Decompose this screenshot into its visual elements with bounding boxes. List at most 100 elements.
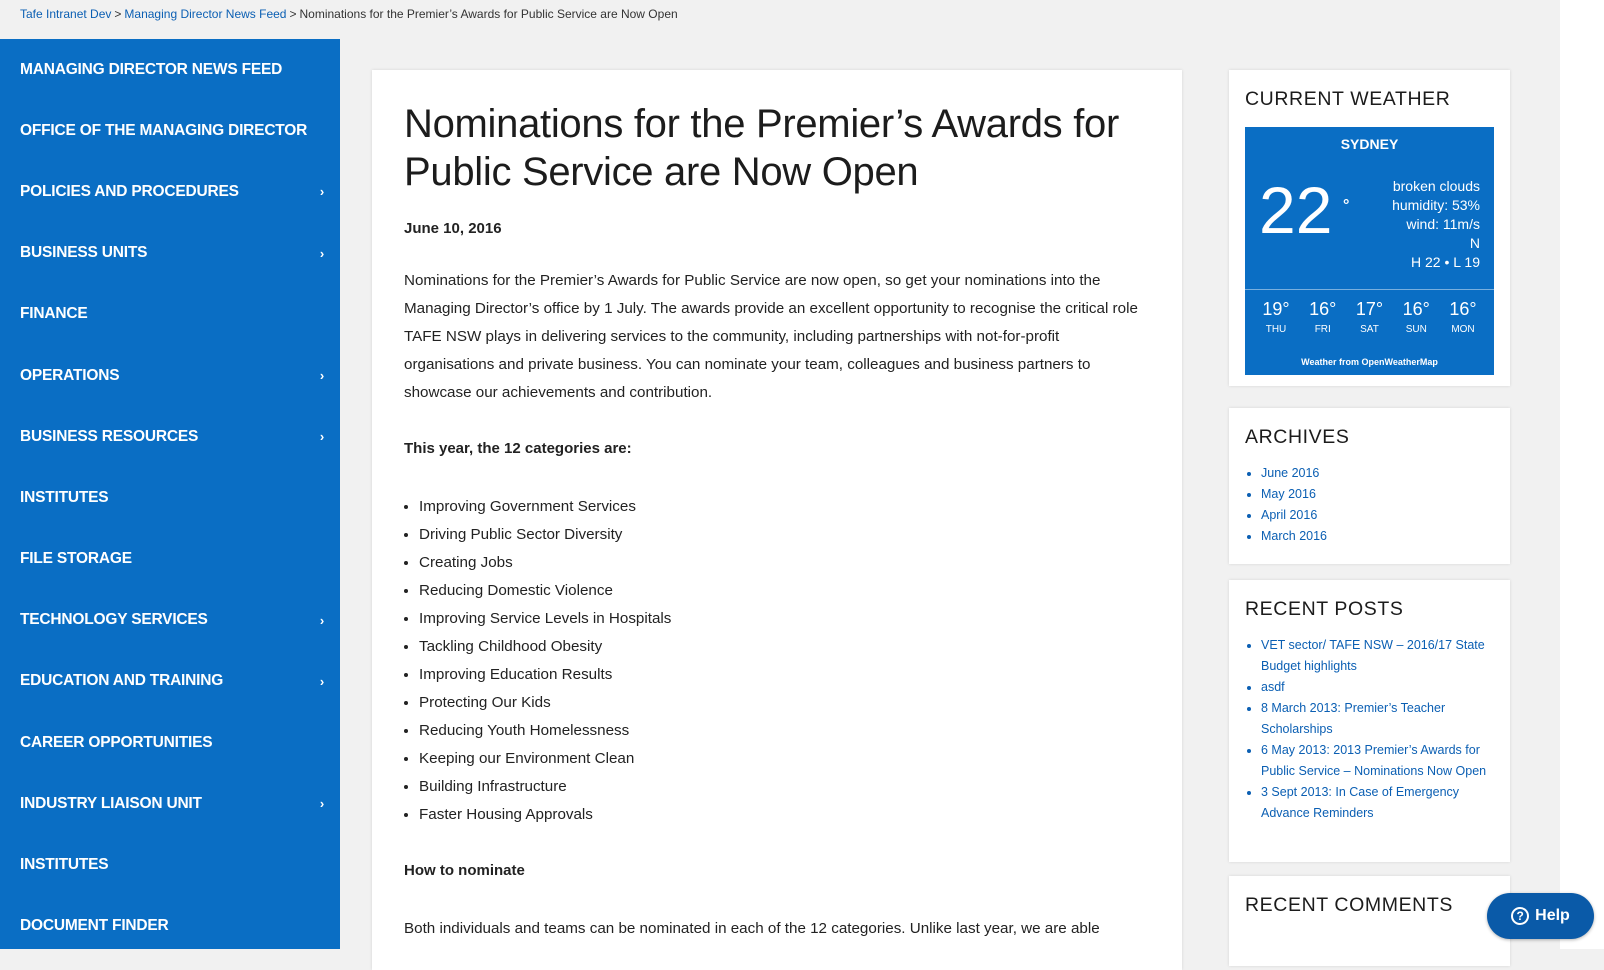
forecast-temp: 17°: [1355, 299, 1384, 319]
sidebar-item-label: INSTITUTES: [20, 856, 109, 874]
list-item: Building Infrastructure: [419, 773, 1150, 801]
archive-link[interactable]: April 2016: [1261, 508, 1317, 522]
sidebar-item-label: INSTITUTES: [20, 488, 109, 506]
weather-credit[interactable]: Weather from OpenWeatherMap: [1245, 357, 1494, 367]
sidebar-item-industry-liaison-unit[interactable]: INDUSTRY LIAISON UNIT ›: [0, 773, 340, 834]
recent-posts-list: VET sector/ TAFE NSW – 2016/17 State Bud…: [1229, 635, 1510, 824]
article-date: June 10, 2016: [404, 220, 502, 237]
list-item: Tackling Childhood Obesity: [419, 633, 1150, 661]
weather-heading: CURRENT WEATHER: [1245, 88, 1451, 110]
sidebar-item-file-storage[interactable]: FILE STORAGE: [0, 529, 340, 590]
weather-widget: CURRENT WEATHER SYDNEY 22 ° broken cloud…: [1229, 70, 1510, 386]
question-icon: ?: [1511, 907, 1530, 925]
list-item: Driving Public Sector Diversity: [419, 521, 1150, 549]
breadcrumb-link-home[interactable]: Tafe Intranet Dev: [20, 7, 111, 21]
sidebar-item-institutes-2[interactable]: INSTITUTES: [0, 834, 340, 895]
weather-wind-direction: N: [1469, 235, 1480, 251]
archive-link[interactable]: June 2016: [1261, 466, 1319, 480]
sidebar-nav: MANAGING DIRECTOR NEWS FEED OFFICE OF TH…: [0, 39, 340, 949]
sidebar-item-label: EDUCATION AND TRAINING: [20, 672, 224, 690]
sidebar-item-label: CAREER OPPORTUNITIES: [20, 733, 213, 751]
sidebar-item-technology-services[interactable]: TECHNOLOGY SERVICES ›: [0, 590, 340, 651]
forecast-temp: 16°: [1449, 299, 1477, 319]
forecast-day: 16° MON: [1440, 299, 1486, 335]
sidebar-item-education-and-training[interactable]: EDUCATION AND TRAINING ›: [0, 651, 340, 712]
sidebar-item-label: POLICIES AND PROCEDURES: [20, 182, 239, 200]
list-item: April 2016: [1261, 505, 1510, 526]
forecast-day: 19° THU: [1253, 299, 1299, 335]
weather-humidity: humidity: 53%: [1392, 197, 1480, 213]
weather-forecast: 19° THU 16° FRI 17° SAT 16° SUN 16° MON: [1253, 299, 1486, 335]
chevron-right-icon[interactable]: ›: [320, 246, 324, 261]
list-item: Reducing Domestic Violence: [419, 577, 1150, 605]
article-card: Nominations for the Premier’s Awards for…: [372, 70, 1182, 970]
sidebar-item-managing-director-news-feed[interactable]: MANAGING DIRECTOR NEWS FEED: [0, 39, 340, 100]
weather-details: broken clouds humidity: 53% wind: 11m/s …: [1392, 177, 1480, 272]
help-label: Help: [1535, 907, 1570, 924]
sidebar-item-business-resources[interactable]: BUSINESS RESOURCES ›: [0, 406, 340, 467]
forecast-day: 16° SUN: [1393, 299, 1439, 335]
sidebar-item-office-of-the-managing-director[interactable]: OFFICE OF THE MANAGING DIRECTOR: [0, 100, 340, 161]
list-item: asdf: [1261, 677, 1510, 698]
recent-posts-widget: RECENT POSTS VET sector/ TAFE NSW – 2016…: [1229, 580, 1510, 862]
list-item: June 2016: [1261, 463, 1510, 484]
sidebar-item-label: OPERATIONS: [20, 366, 120, 384]
recent-post-link[interactable]: 3 Sept 2013: In Case of Emergency Advanc…: [1261, 785, 1459, 820]
recent-post-link[interactable]: VET sector/ TAFE NSW – 2016/17 State Bud…: [1261, 638, 1485, 673]
recent-post-link[interactable]: asdf: [1261, 680, 1285, 694]
sidebar-item-label: FILE STORAGE: [20, 550, 132, 568]
forecast-temp: 16°: [1309, 299, 1337, 319]
weather-divider: [1245, 289, 1494, 290]
how-to-nominate-heading: How to nominate: [404, 862, 525, 879]
chevron-right-icon[interactable]: ›: [320, 184, 324, 199]
forecast-day-label: MON: [1451, 324, 1475, 335]
forecast-day: 17° SAT: [1347, 299, 1393, 335]
archive-link[interactable]: March 2016: [1261, 529, 1327, 543]
chevron-right-icon[interactable]: ›: [320, 613, 324, 628]
sidebar-item-label: INDUSTRY LIAISON UNIT: [20, 794, 202, 812]
sidebar-item-operations[interactable]: OPERATIONS ›: [0, 345, 340, 406]
breadcrumb-link-news-feed[interactable]: Managing Director News Feed: [124, 7, 286, 21]
forecast-temp: 16°: [1402, 299, 1430, 319]
weather-condition: broken clouds: [1392, 178, 1480, 194]
list-item: Reducing Youth Homelessness: [419, 717, 1150, 745]
breadcrumb: Tafe Intranet Dev > Managing Director News…: [0, 0, 1560, 39]
list-item: VET sector/ TAFE NSW – 2016/17 State Bud…: [1261, 635, 1510, 677]
sidebar-item-institutes[interactable]: INSTITUTES: [0, 467, 340, 528]
page-title: Nominations for the Premier’s Awards for…: [404, 102, 1119, 194]
list-item: March 2016: [1261, 526, 1510, 547]
list-item: Improving Education Results: [419, 661, 1150, 689]
archives-widget: ARCHIVES June 2016 May 2016 April 2016 M…: [1229, 408, 1510, 564]
list-item: Protecting Our Kids: [419, 689, 1150, 717]
article-intro: Nominations for the Premier’s Awards for…: [404, 272, 1138, 401]
sidebar-item-document-finder[interactable]: DOCUMENT FINDER: [0, 896, 340, 957]
forecast-day: 16° FRI: [1300, 299, 1346, 335]
sidebar-item-career-opportunities[interactable]: CAREER OPPORTUNITIES: [0, 712, 340, 773]
chevron-right-icon[interactable]: ›: [320, 429, 324, 444]
chevron-right-icon[interactable]: ›: [320, 368, 324, 383]
sidebar-item-label: BUSINESS RESOURCES: [20, 427, 199, 445]
recent-post-link[interactable]: 6 May 2013: 2013 Premier’s Awards for Pu…: [1261, 743, 1486, 778]
list-item: Faster Housing Approvals: [419, 801, 1150, 829]
breadcrumb-separator: >: [289, 7, 297, 21]
recent-post-link[interactable]: 8 March 2013: Premier’s Teacher Scholars…: [1261, 701, 1445, 736]
weather-hi-lo: H 22 • L 19: [1411, 254, 1480, 270]
sidebar-item-label: TECHNOLOGY SERVICES: [20, 611, 208, 629]
chevron-right-icon[interactable]: ›: [320, 674, 324, 689]
page-edge: [1560, 0, 1604, 949]
list-item: Keeping our Environment Clean: [419, 745, 1150, 773]
sidebar-item-finance[interactable]: FINANCE: [0, 284, 340, 345]
sidebar-item-label: DOCUMENT FINDER: [20, 917, 169, 935]
list-item: May 2016: [1261, 484, 1510, 505]
sidebar-item-label: OFFICE OF THE MANAGING DIRECTOR: [20, 121, 308, 139]
forecast-day-label: SUN: [1405, 324, 1427, 335]
help-button[interactable]: ? Help: [1487, 893, 1594, 939]
archive-link[interactable]: May 2016: [1261, 487, 1316, 501]
sidebar-item-label: FINANCE: [20, 305, 88, 323]
sidebar-item-business-units[interactable]: BUSINESS UNITS ›: [0, 223, 340, 284]
sidebar-item-label: MANAGING DIRECTOR NEWS FEED: [20, 60, 283, 78]
chevron-right-icon[interactable]: ›: [320, 796, 324, 811]
sidebar-item-policies-and-procedures[interactable]: POLICIES AND PROCEDURES ›: [0, 161, 340, 222]
sidebar-item-label: BUSINESS UNITS: [20, 244, 148, 262]
recent-posts-heading: RECENT POSTS: [1245, 598, 1404, 620]
